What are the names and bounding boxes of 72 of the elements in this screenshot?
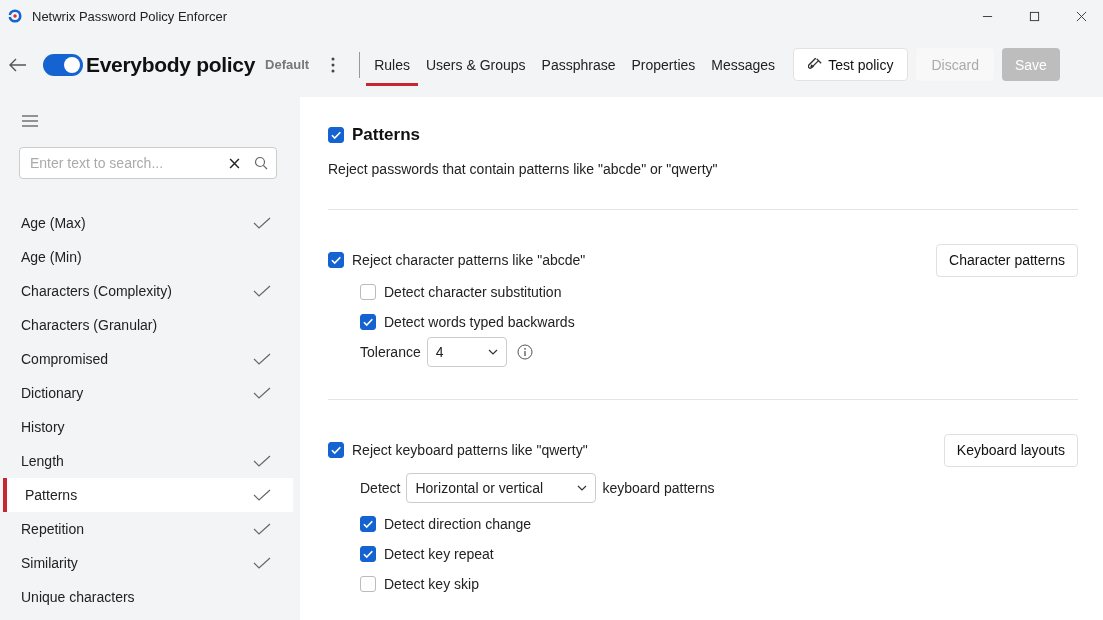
checkbox[interactable] [360, 314, 376, 330]
rule-description: Reject passwords that contain patterns like "abcde" or "qwerty" [328, 161, 719, 177]
rule-name: Age (Max) [21, 215, 86, 231]
field-label: keyboard patterns [602, 480, 715, 496]
chevron-down-icon [577, 485, 588, 491]
field-label: Tolerance [360, 344, 421, 360]
checkbox[interactable] [328, 127, 344, 143]
sidebar-item[interactable]: Characters (Granular) [3, 308, 293, 342]
search-box[interactable]: Enter text to search... [19, 147, 277, 179]
checkbox[interactable] [328, 442, 344, 458]
checkbox[interactable] [360, 576, 376, 592]
field-label: Detect [360, 480, 401, 496]
option-label: Detect key skip [384, 576, 479, 592]
rule-name: Patterns [24, 487, 78, 503]
checkbox[interactable] [360, 284, 376, 300]
section-button[interactable]: Character patterns [936, 243, 1078, 277]
tab[interactable]: Rules [366, 46, 418, 86]
option-label: Reject keyboard patterns like "qwerty" [352, 442, 588, 458]
rule-name: Similarity [21, 555, 78, 571]
app-logo-icon [8, 9, 22, 23]
option-label: Detect direction change [384, 516, 532, 532]
tolerance-dropdown[interactable]: 4 [426, 337, 507, 367]
checkbox[interactable] [328, 252, 344, 268]
rule-name: Characters (Granular) [21, 317, 158, 333]
info-icon[interactable] [516, 344, 533, 360]
rule-name: History [21, 419, 65, 435]
option-label: Detect words typed backwards [384, 314, 575, 330]
sidebar-item[interactable]: Dictionary [3, 376, 293, 410]
more-options-icon[interactable] [331, 56, 336, 73]
checkbox[interactable] [360, 546, 376, 562]
sidebar-item[interactable]: Similarity [3, 546, 293, 580]
sidebar-item[interactable]: Length [3, 444, 293, 478]
sidebar-item[interactable]: Characters (Complexity) [3, 274, 293, 308]
rule-name: Unique characters [21, 589, 135, 605]
option-label: Reject character patterns like "abcde" [352, 252, 586, 268]
rule-name: Characters (Complexity) [21, 283, 172, 299]
close-icon[interactable] [1076, 10, 1087, 22]
test-tube-icon [808, 57, 823, 72]
rule-name: Compromised [21, 351, 109, 367]
sidebar-item[interactable]: Unique characters [3, 580, 293, 614]
sidebar-item[interactable]: Age (Min) [3, 240, 293, 274]
maximize-icon[interactable] [1029, 10, 1040, 22]
rule-name: Dictionary [21, 385, 84, 401]
window-title: Netwrix Password Policy Enforcer [32, 8, 228, 24]
sidebar-item[interactable]: Compromised [3, 342, 293, 376]
tab[interactable]: Users & Groups [417, 46, 534, 86]
search-field[interactable]: Enter text to search... [28, 154, 215, 172]
test-policy-button[interactable]: Test policy [793, 48, 909, 81]
rule-name: Age (Min) [21, 249, 82, 265]
pattern-direction-dropdown[interactable]: Horizontal or vertical [406, 473, 597, 503]
back-arrow-icon[interactable] [9, 57, 27, 72]
menu-icon[interactable] [22, 115, 38, 127]
default-label: Default [265, 57, 310, 72]
tab[interactable]: Properties [623, 46, 704, 86]
sidebar-item[interactable]: Age (Max) [3, 206, 293, 240]
policy-name: Everybody policy [86, 52, 256, 77]
checkbox[interactable] [360, 516, 376, 532]
chevron-down-icon [487, 349, 498, 355]
search-icon[interactable] [254, 156, 268, 170]
rule-title: Patterns [352, 125, 421, 145]
policy-toggle[interactable] [43, 53, 83, 76]
sidebar-item[interactable]: History [3, 410, 293, 444]
tab[interactable]: Passphrase [533, 46, 624, 86]
sidebar-item[interactable]: Patterns [3, 478, 293, 512]
section-button[interactable]: Keyboard layouts [943, 433, 1078, 467]
rule-name: Repetition [21, 521, 85, 537]
clear-icon[interactable] [229, 157, 240, 169]
tab[interactable]: Messages [703, 46, 784, 86]
rule-name: Length [21, 453, 64, 469]
option-label: Detect key repeat [384, 546, 494, 562]
option-label: Detect character substitution [384, 284, 562, 300]
sidebar-item[interactable]: Repetition [3, 512, 293, 546]
